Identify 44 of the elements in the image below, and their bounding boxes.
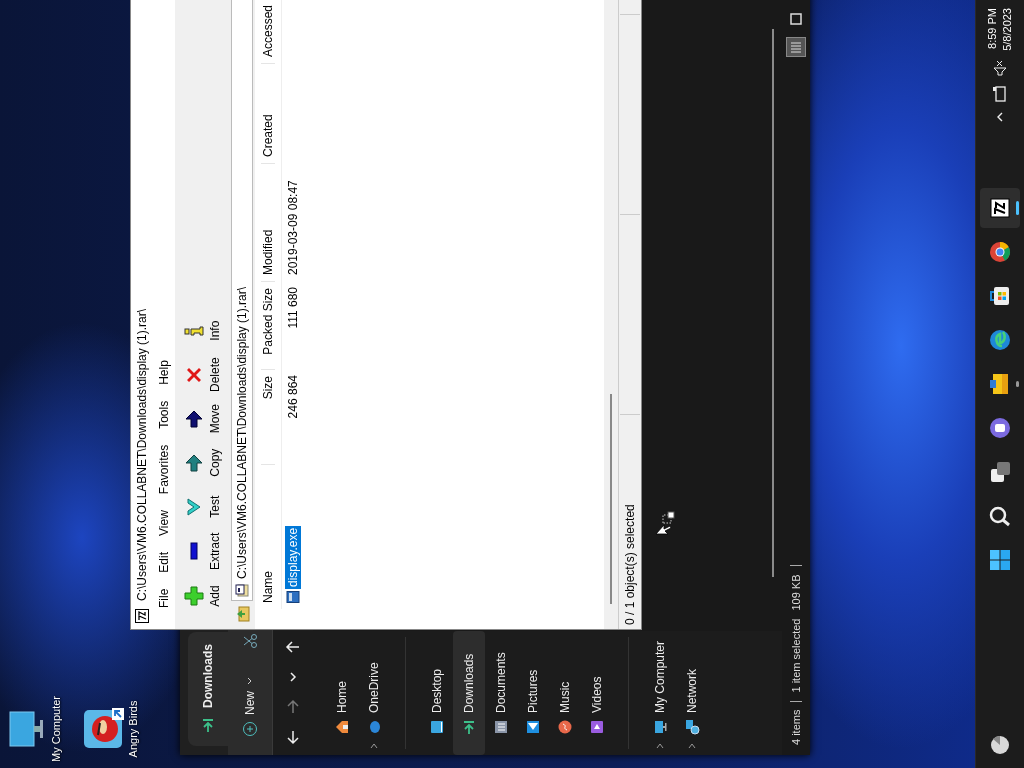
sidebar-item[interactable]: Network <box>676 631 708 755</box>
desktop-icon-label: My Computer <box>50 696 63 762</box>
toolbar-button[interactable]: Test <box>180 485 224 528</box>
menu-item[interactable]: File <box>157 588 171 608</box>
sidebar-item[interactable]: Home <box>326 631 358 755</box>
file-name[interactable]: display.exe <box>285 525 301 589</box>
toolbar-button[interactable]: Delete <box>180 353 224 396</box>
sidebar-item[interactable]: Pictures <box>517 631 549 755</box>
menu-item[interactable]: Edit <box>157 551 171 573</box>
sidebar-item[interactable]: Downloads <box>453 631 485 755</box>
selection-status: 1 item selected <box>790 618 802 693</box>
sidebar-item[interactable]: Music <box>549 631 581 755</box>
sidebar-item[interactable]: Desktop <box>421 631 453 755</box>
table-cell-text: 246 864 <box>286 374 300 421</box>
sidebar-item[interactable]: OneDrive <box>358 631 390 755</box>
new-button[interactable]: New <box>238 673 262 741</box>
column-header[interactable]: Name <box>261 464 275 609</box>
clock[interactable]: 8:59 PM 5/8/2023 <box>985 8 1015 51</box>
toolbar-button[interactable]: Extract <box>180 529 224 573</box>
sidebar-item[interactable]: My Computer <box>644 631 676 755</box>
window-tab[interactable]: Downloads <box>188 632 228 746</box>
menu-item[interactable]: Help <box>157 360 171 385</box>
menu-item[interactable]: Tools <box>157 400 171 429</box>
column-header[interactable]: Accessed <box>261 0 275 63</box>
table-cell-text: 111 680 <box>286 286 300 331</box>
toolbar-button[interactable]: Move <box>180 397 224 440</box>
toolbar-button[interactable]: Info <box>180 309 224 352</box>
column-header[interactable]: Modified <box>261 163 275 281</box>
menu-item[interactable]: View <box>157 510 171 536</box>
toolbar-button[interactable]: Add <box>180 575 224 617</box>
sidebar-item[interactable]: Videos <box>581 631 613 755</box>
column-header[interactable]: Size <box>261 369 275 464</box>
sidebar-item[interactable]: Documents <box>485 631 517 755</box>
window-title: C:\Users\VM6.COLLABNET\Downloads\display (1).rar\ <box>135 308 149 601</box>
item-count: 4 items <box>790 709 802 745</box>
column-header[interactable]: Created <box>261 63 275 163</box>
toolbar-button[interactable]: Copy <box>180 441 224 484</box>
column-header[interactable]: Packed Size <box>261 281 275 369</box>
path-field[interactable]: C:\Users\VM6.COLLABNET\Downloads\display (1).rar\ <box>231 0 253 601</box>
status-text: 0 / 1 object(s) selected <box>623 503 637 625</box>
table-cell-text: 2019-03-09 08:47 <box>286 179 300 277</box>
desktop-icon-label: Angry Birds <box>127 700 141 758</box>
selection-size: 109 KB <box>790 574 802 611</box>
menu-item[interactable]: Favorites <box>157 444 171 495</box>
